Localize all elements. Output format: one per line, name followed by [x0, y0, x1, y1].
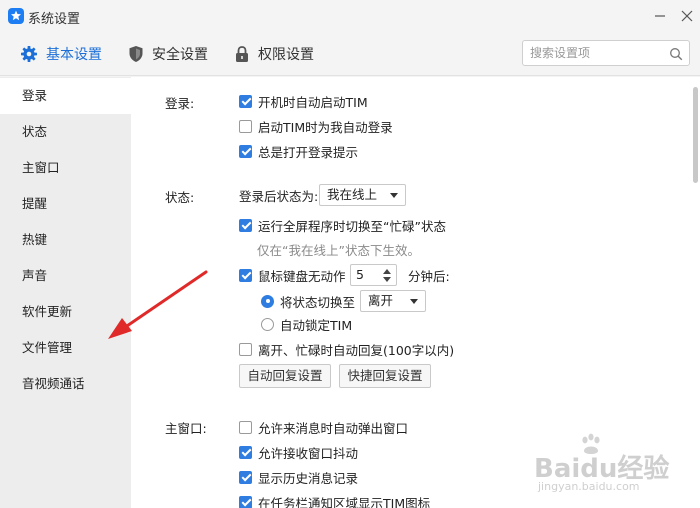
content-scrollbar[interactable] [692, 77, 700, 508]
after-login-status-select[interactable]: 我在线上 [319, 184, 406, 206]
section-label-status: 状态: [165, 190, 195, 205]
settings-search-box[interactable] [522, 40, 690, 66]
section-label-main-window: 主窗口: [165, 421, 207, 436]
settings-content: 登录: 开机时自动启动TIM 启动TIM时为我自动登录 总是打开登录提示 状态:… [131, 77, 700, 508]
checkbox[interactable] [239, 268, 252, 282]
option-fullscreen-busy[interactable]: 运行全屏程序时切换至“忙碌”状态 [239, 216, 446, 234]
scrollbar-thumb[interactable] [693, 87, 698, 183]
option-auto-lock[interactable]: 自动锁定TIM [261, 315, 352, 333]
idle-minutes-stepper[interactable]: 5 [350, 264, 397, 286]
sidebar-item-reminder[interactable]: 提醒 [0, 186, 131, 222]
settings-tabbar: 基本设置 安全设置 权限设置 [0, 32, 700, 76]
sidebar-item-login[interactable]: 登录 [0, 78, 131, 114]
option-label: 运行全屏程序时切换至“忙碌”状态 [258, 218, 446, 234]
option-popup-on-message[interactable]: 允许来消息时自动弹出窗口 [239, 418, 408, 436]
tab-label: 安全设置 [152, 47, 208, 63]
quick-reply-settings-button[interactable]: 快捷回复设置 [339, 364, 431, 388]
tab-basic-settings[interactable]: 基本设置 [20, 32, 102, 76]
checkbox[interactable] [239, 420, 252, 434]
section-label-login: 登录: [165, 96, 195, 111]
checkbox[interactable] [239, 342, 252, 356]
option-window-shake[interactable]: 允许接收窗口抖动 [239, 443, 358, 461]
search-input[interactable] [523, 41, 663, 65]
radio-button[interactable] [261, 294, 274, 308]
chevron-down-icon [390, 193, 398, 198]
gear-icon [21, 46, 37, 62]
option-switch-status[interactable]: 将状态切换至 [261, 292, 355, 310]
after-login-status-label: 登录后状态为: [239, 188, 319, 204]
checkbox[interactable] [239, 218, 252, 232]
arrow-down-icon[interactable] [383, 277, 391, 282]
option-label: 在任务栏通知区域显示TIM图标 [258, 495, 431, 508]
option-label: 显示历史消息记录 [258, 470, 359, 486]
sidebar-item-status[interactable]: 状态 [0, 114, 131, 150]
search-icon[interactable] [669, 47, 683, 61]
sidebar-item-av-call[interactable]: 音视频通话 [0, 366, 131, 402]
tab-permission-settings[interactable]: 权限设置 [234, 32, 314, 76]
sidebar-item-main-window[interactable]: 主窗口 [0, 150, 131, 186]
idle-suffix: 分钟后: [408, 268, 450, 284]
option-label: 自动锁定TIM [280, 317, 353, 333]
tab-label: 权限设置 [258, 47, 314, 63]
radio-button[interactable] [261, 317, 274, 331]
minimize-icon[interactable] [650, 6, 670, 26]
option-label: 将状态切换至 [280, 294, 356, 310]
stepper-value: 5 [356, 267, 364, 282]
sidebar-item-software-update[interactable]: 软件更新 [0, 294, 131, 330]
option-show-history[interactable]: 显示历史消息记录 [239, 468, 358, 486]
tab-security-settings[interactable]: 安全设置 [128, 32, 208, 76]
sidebar-item-file-management[interactable]: 文件管理 [0, 330, 131, 366]
settings-sidebar: 登录 状态 主窗口 提醒 热键 声音 软件更新 文件管理 音视频通话 [0, 77, 131, 508]
option-auto-login[interactable]: 启动TIM时为我自动登录 [239, 117, 393, 135]
auto-reply-settings-button[interactable]: 自动回复设置 [239, 364, 331, 388]
arrow-up-icon[interactable] [383, 269, 391, 274]
checkbox[interactable] [239, 445, 252, 459]
close-icon[interactable] [677, 6, 697, 26]
chevron-down-icon [410, 299, 418, 304]
checkbox[interactable] [239, 94, 252, 108]
option-login-prompt[interactable]: 总是打开登录提示 [239, 142, 358, 160]
option-label: 总是打开登录提示 [258, 144, 359, 160]
sidebar-item-sound[interactable]: 声音 [0, 258, 131, 294]
window-title: 系统设置 [28, 12, 81, 27]
option-label: 离开、忙碌时自动回复(100字以内) [258, 342, 455, 358]
select-value: 我在线上 [327, 187, 378, 202]
option-tray-icon[interactable]: 在任务栏通知区域显示TIM图标 [239, 493, 430, 508]
option-label: 开机时自动启动TIM [258, 94, 368, 110]
select-value: 离开 [368, 293, 394, 308]
shield-icon [129, 46, 143, 62]
fullscreen-hint: 仅在“我在线上”状态下生效。 [257, 243, 420, 258]
sidebar-item-hotkeys[interactable]: 热键 [0, 222, 131, 258]
title-bar: 系统设置 [0, 0, 700, 32]
checkbox[interactable] [239, 495, 252, 508]
option-label: 启动TIM时为我自动登录 [258, 119, 393, 135]
option-auto-start[interactable]: 开机时自动启动TIM [239, 92, 368, 110]
tim-logo-icon [8, 8, 24, 24]
option-auto-reply[interactable]: 离开、忙碌时自动回复(100字以内) [239, 340, 454, 358]
option-label: 允许接收窗口抖动 [258, 445, 359, 461]
idle-status-select[interactable]: 离开 [360, 290, 426, 312]
checkbox[interactable] [239, 470, 252, 484]
tab-label: 基本设置 [46, 47, 102, 63]
option-label: 允许来消息时自动弹出窗口 [258, 420, 409, 436]
checkbox[interactable] [239, 144, 252, 158]
option-idle[interactable]: 鼠标键盘无动作 [239, 266, 346, 284]
checkbox[interactable] [239, 119, 252, 133]
option-label: 鼠标键盘无动作 [258, 268, 346, 284]
lock-icon [236, 46, 248, 62]
